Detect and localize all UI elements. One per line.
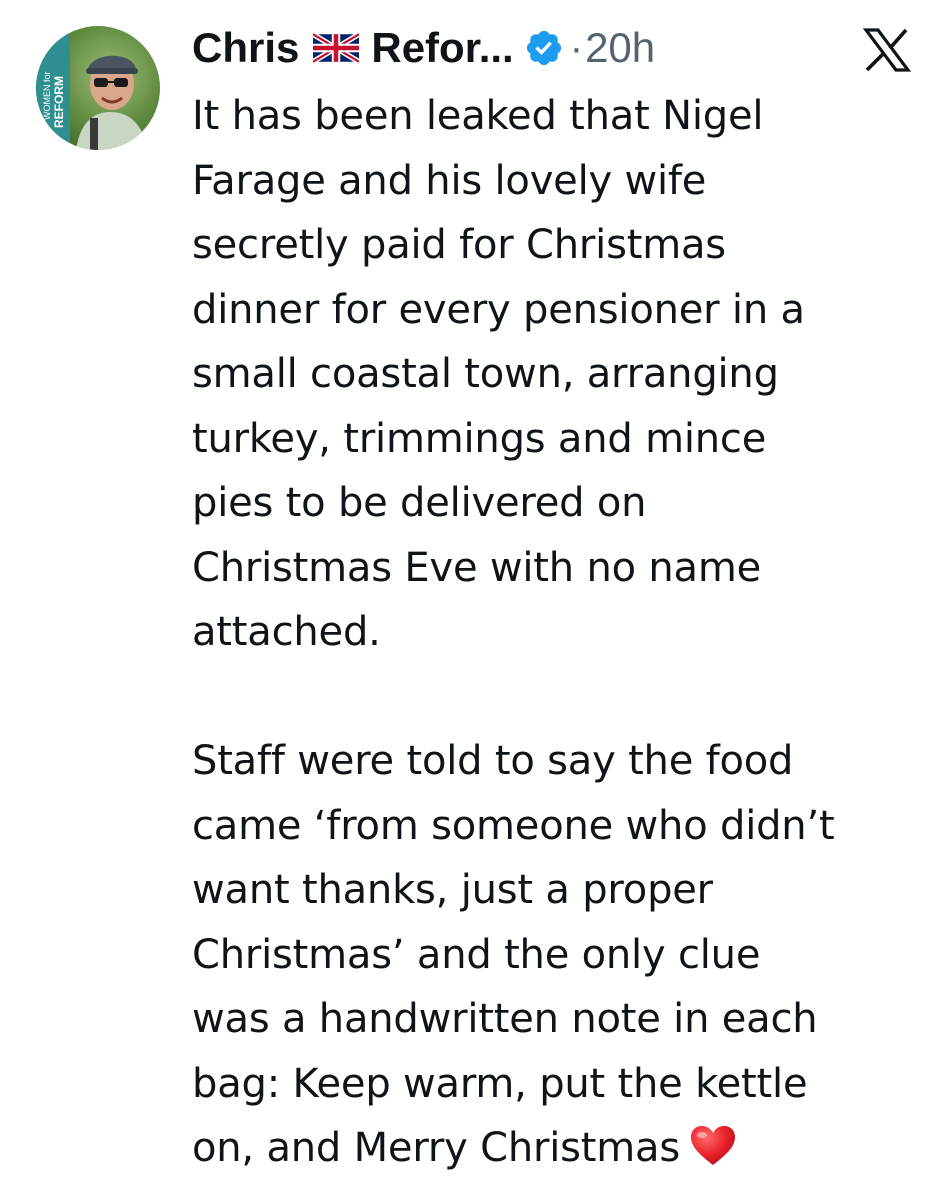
red-heart-icon (690, 1122, 736, 1165)
tweet-line-text: dinner for every pensioner in a (192, 286, 805, 333)
tweet-line-text: came ‘from someone who didn’t (192, 802, 835, 849)
tweet-line: dinner for every pensioner in a (192, 278, 922, 343)
tweet-line: pies to be delivered on (192, 471, 922, 536)
tweet-line: secretly paid for Christmas (192, 213, 922, 278)
x-logo-icon[interactable] (862, 28, 912, 72)
tweet-line-text: It has been leaked that Nigel (192, 93, 764, 139)
tweet-line: Christmas Eve with no name (192, 536, 922, 601)
tweet-header: Chris Refor... · 20h (192, 18, 655, 78)
tweet-line-text: Christmas Eve with no name (192, 544, 762, 591)
tweet-line-text: Staff were told to say the food (192, 738, 794, 784)
svg-text:WOMEN for: WOMEN for (42, 71, 52, 120)
tweet-line-text: small coastal town, arranging (192, 351, 779, 397)
tweet-line: Staff were told to say the food (192, 729, 922, 794)
tweet-line: Christmas’ and the only clue (192, 923, 922, 988)
tweet-line: Farage and his lovely wife (192, 149, 922, 214)
tweet-line-text: on, and Merry Christmas (192, 1125, 680, 1171)
tweet-paragraph-1: It has been leaked that Nigel Farage and … (192, 84, 922, 665)
tweet-line-text: was a handwritten note in each (192, 996, 818, 1042)
tweet-line: came ‘from someone who didn’t (192, 794, 922, 859)
separator-dot: · (569, 25, 584, 70)
tweet-line-text: Farage and his lovely wife (192, 157, 707, 204)
tweet-line-text: Christmas’ and the only clue (192, 931, 761, 978)
tweet-line-text: bag: Keep warm, put the kettle (192, 1060, 808, 1107)
tweet-line: want thanks, just a proper (192, 858, 922, 923)
timestamp[interactable]: 20h (585, 24, 655, 72)
tweet: WOMEN for REFORM Chris Refor... · 20h It… (0, 0, 941, 1200)
tweet-line-text: secretly paid for Christmas (192, 222, 726, 268)
tweet-line: It has been leaked that Nigel (192, 84, 922, 149)
tweet-line-text: attached. (192, 609, 381, 655)
tweet-line: was a handwritten note in each (192, 987, 922, 1052)
display-name-rest[interactable]: Refor... (371, 24, 513, 72)
tweet-paragraph-2: Staff were told to say the food came ‘fro… (192, 729, 922, 1181)
avatar-photo: WOMEN for REFORM (36, 26, 160, 150)
avatar[interactable]: WOMEN for REFORM (36, 26, 160, 150)
tweet-line-text: want thanks, just a proper (192, 867, 713, 913)
tweet-line: small coastal town, arranging (192, 342, 922, 407)
tweet-line-text: pies to be delivered on (192, 480, 647, 526)
display-name-first[interactable]: Chris (192, 24, 299, 72)
tweet-line: turkey, trimmings and mince (192, 407, 922, 472)
tweet-line: bag: Keep warm, put the kettle (192, 1052, 922, 1117)
tweet-line: attached. (192, 600, 922, 665)
verified-badge-icon (524, 28, 564, 68)
uk-flag-icon (311, 31, 361, 65)
tweet-text: It has been leaked that Nigel Farage and … (192, 84, 922, 1181)
svg-text:REFORM: REFORM (52, 76, 66, 128)
tweet-line-text: turkey, trimmings and mince (192, 415, 767, 462)
tweet-line: on, and Merry Christmas (192, 1116, 922, 1181)
